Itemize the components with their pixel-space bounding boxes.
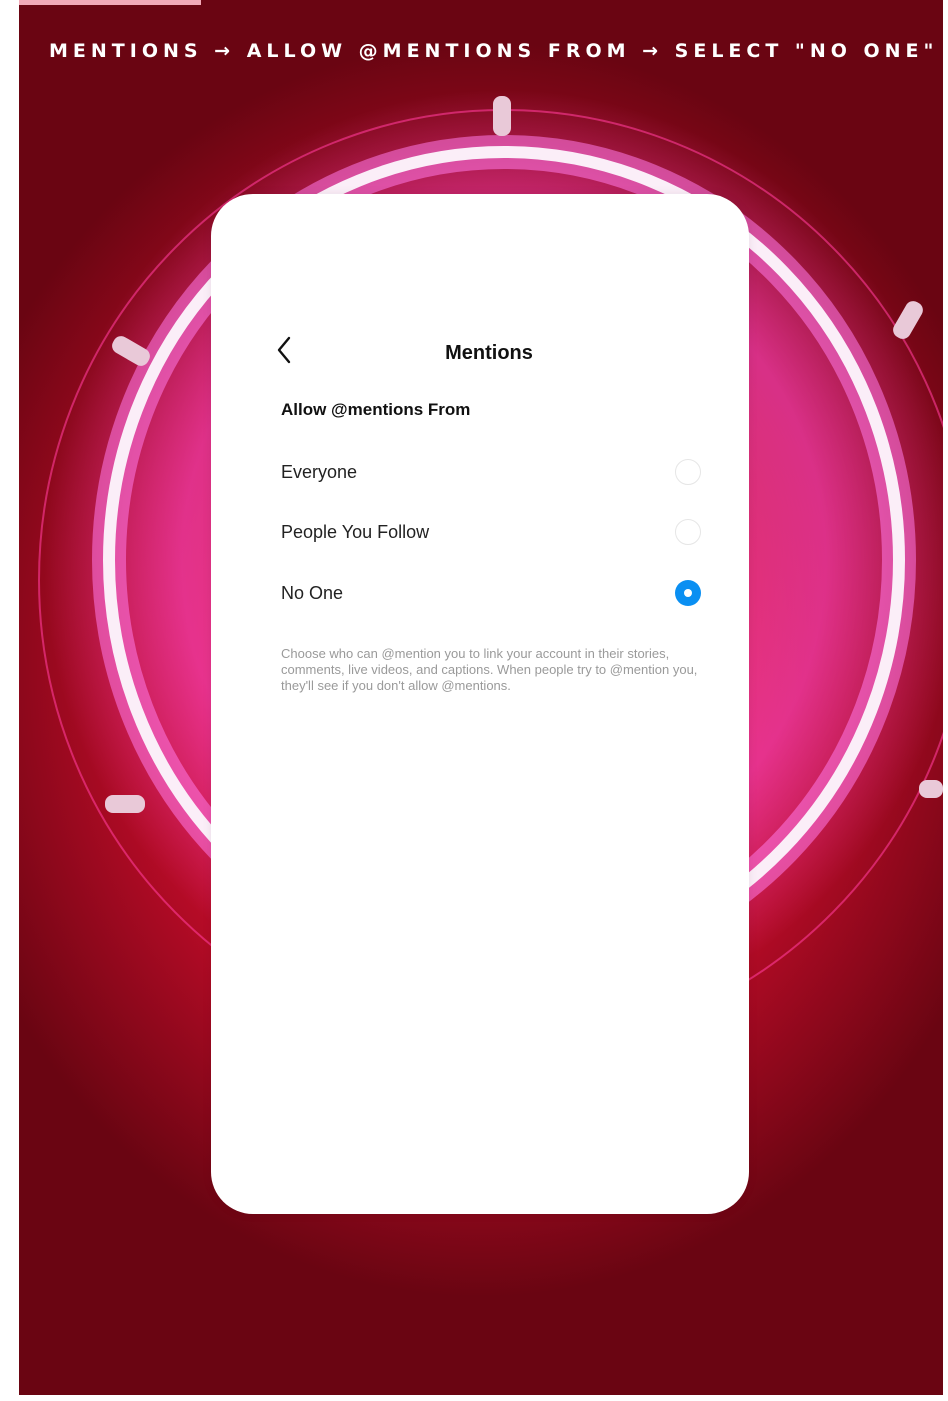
- radio-everyone[interactable]: [675, 459, 701, 485]
- option-label: Everyone: [281, 461, 358, 482]
- background-photo: MENTIONS → ALLOW @MENTIONS FROM → SELECT…: [19, 0, 943, 1395]
- phone-screen: Mentions Allow @mentions From Everyone P…: [211, 194, 749, 1214]
- neon-mount: [919, 780, 943, 798]
- page-title: Mentions: [445, 342, 533, 364]
- help-text: Choose who can @mention you to link your…: [281, 646, 698, 693]
- neon-mount: [105, 795, 145, 813]
- option-label: People You Follow: [281, 521, 430, 542]
- option-everyone[interactable]: Everyone: [281, 452, 701, 492]
- option-label: No One: [281, 582, 344, 603]
- radio-no-one-selected[interactable]: [675, 580, 701, 606]
- neon-mount: [493, 96, 511, 136]
- option-no-one[interactable]: No One: [281, 573, 701, 613]
- radio-people-you-follow[interactable]: [675, 519, 701, 545]
- instruction-caption: MENTIONS → ALLOW @MENTIONS FROM → SELECT…: [49, 40, 939, 62]
- option-people-you-follow[interactable]: People You Follow: [281, 512, 701, 552]
- section-title: Allow @mentions From: [281, 400, 471, 419]
